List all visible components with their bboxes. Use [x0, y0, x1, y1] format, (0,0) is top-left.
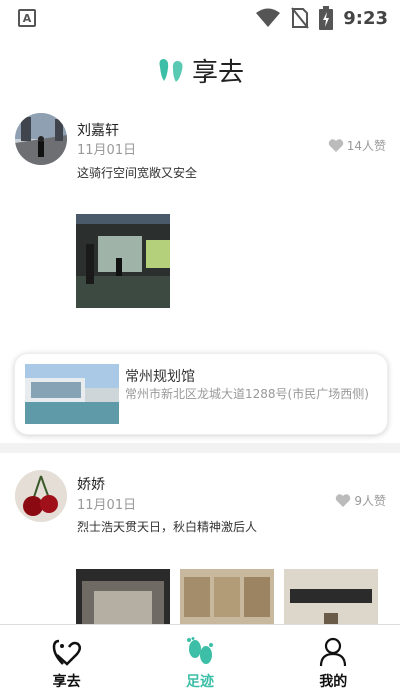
location-thumbnail: [25, 364, 119, 424]
tab-label: 享去: [52, 674, 81, 690]
location-card[interactable]: 常州规划馆 常州市新北区龙城大道1288号(市民广场西侧): [14, 353, 388, 435]
battery-charging-icon: [319, 6, 334, 30]
like-count: 14人赞: [346, 139, 386, 153]
tab-footprints[interactable]: 足迹: [133, 625, 266, 700]
post-photo[interactable]: [76, 214, 170, 308]
clock: 9:23: [343, 7, 388, 29]
like-button[interactable]: 9人赞: [335, 492, 386, 509]
post-date: 11月01日: [77, 498, 137, 513]
post-card[interactable]: 刘嘉轩 11月01日 14人赞 这骑行空间宽敞又安全 常州规划馆 常州市新北区龙…: [0, 98, 400, 443]
heart-icon: [328, 138, 343, 152]
location-address: 常州市新北区龙城大道1288号(市民广场西侧): [125, 387, 369, 401]
footprints-logo-icon: [159, 59, 183, 82]
post-text: 烈士浩天贯天日，秋白精神激后人: [77, 520, 258, 534]
heart-icon: [336, 493, 351, 507]
bottom-nav: 享去 足迹 我的: [0, 624, 400, 700]
avatar[interactable]: [15, 113, 67, 165]
tab-label: 足迹: [185, 674, 214, 690]
app-title: 享去: [191, 57, 244, 88]
like-count: 9人赞: [354, 494, 386, 508]
like-button[interactable]: 14人赞: [328, 137, 386, 154]
feed[interactable]: 刘嘉轩 11月01日 14人赞 这骑行空间宽敞又安全 常州规划馆 常州市新北区龙…: [0, 98, 400, 663]
location-name: 常州规划馆: [125, 369, 195, 385]
notification-icon: A: [18, 9, 36, 27]
wifi-icon: [256, 8, 281, 27]
post-card[interactable]: 娇娇 11月01日 9人赞 烈士浩天贯天日，秋白精神激后人: [0, 453, 400, 663]
avatar[interactable]: [15, 470, 67, 522]
no-sim-icon: [291, 7, 309, 29]
post-date: 11月01日: [77, 143, 137, 158]
tab-profile[interactable]: 我的: [267, 625, 400, 700]
status-bar: A 9:23: [0, 0, 400, 36]
post-text: 这骑行空间宽敞又安全: [77, 166, 198, 180]
divider: [0, 443, 400, 453]
tab-share[interactable]: 享去: [0, 625, 133, 700]
footprints-icon: [186, 637, 213, 664]
username[interactable]: 刘嘉轩: [77, 120, 119, 140]
tab-label: 我的: [319, 674, 348, 690]
share-heart-icon: [52, 639, 81, 666]
username[interactable]: 娇娇: [77, 474, 105, 494]
user-icon: [320, 637, 347, 667]
app-header: 享去: [0, 50, 400, 90]
